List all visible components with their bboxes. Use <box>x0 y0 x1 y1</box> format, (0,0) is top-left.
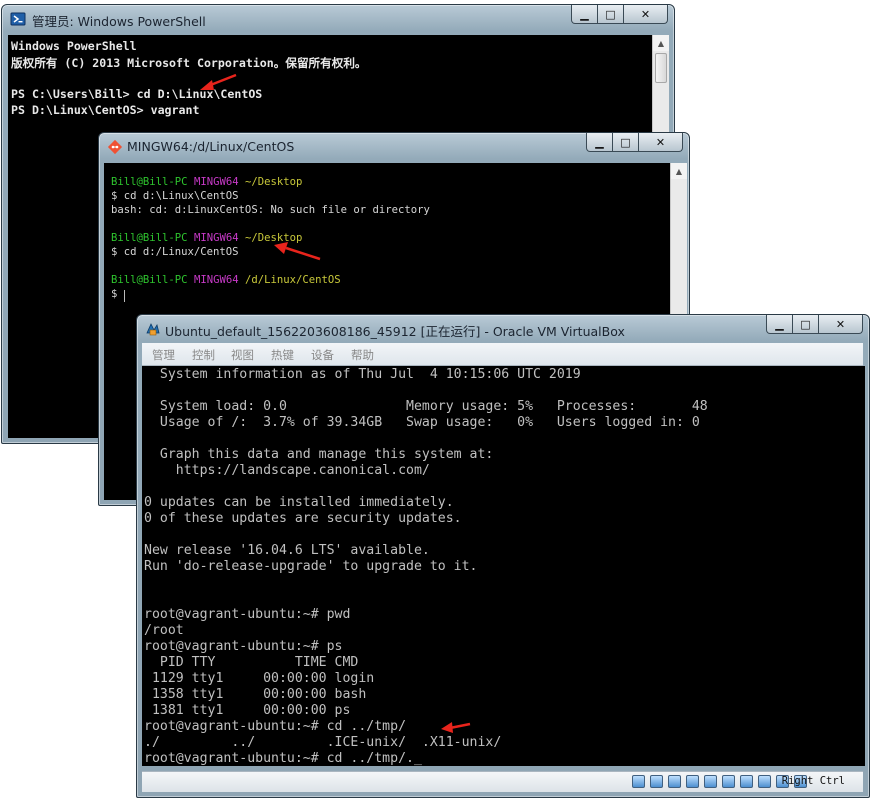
maximize-icon: □ <box>800 317 811 331</box>
menu-bar: 管理 控制 视图 热键 设备 帮助 <box>142 343 863 366</box>
annotation-arrow <box>274 242 321 261</box>
console-line: $ <box>111 288 124 300</box>
console-line: bash: cd: d:LinuxCentOS: No such file or… <box>111 204 430 216</box>
minimize-icon: ▁ <box>595 135 604 149</box>
close-icon: ✕ <box>655 135 666 149</box>
console-line: Windows PowerShell <box>11 39 137 53</box>
menu-help[interactable]: 帮助 <box>351 347 374 363</box>
console-line: $ cd d:/Linux/CentOS <box>111 246 239 258</box>
menu-devices[interactable]: 设备 <box>311 347 334 363</box>
console-line: New release '16.04.6 LTS' available. <box>144 543 430 558</box>
virtualbox-icon <box>146 323 160 336</box>
shared-folders-icon[interactable] <box>722 775 735 788</box>
console-line: 1381 tty1 00:00:00 ps <box>144 703 351 718</box>
close-button[interactable]: ✕ <box>639 133 683 152</box>
console-line: 1358 tty1 00:00:00 bash <box>144 687 367 702</box>
text-cursor <box>124 290 125 302</box>
virtualbox-window[interactable]: Ubuntu_default_1562203608186_45912 [正在运行… <box>136 314 870 798</box>
close-icon: ✕ <box>640 7 651 21</box>
prompt-line: Bill@Bill-PC MINGW64 /d/Linux/CentOS <box>111 274 341 286</box>
host-key-label: Right Ctrl <box>781 775 845 787</box>
console-line: root@vagrant-ubuntu:~# cd ../tmp/ <box>144 719 407 734</box>
menu-view[interactable]: 视图 <box>231 347 254 363</box>
mingw-titlebar[interactable]: MINGW64:/d/Linux/CentOS ▁ □ ✕ <box>99 133 689 161</box>
audio-icon[interactable] <box>668 775 681 788</box>
scroll-up-arrow[interactable]: ▲ <box>671 163 687 179</box>
usb-icon[interactable] <box>704 775 717 788</box>
console-line: ./ ../ .ICE-unix/ .X11-unix/ <box>144 735 502 750</box>
console-line: System information as of Thu Jul 4 10:15… <box>144 367 581 382</box>
console-line: root@vagrant-ubuntu:~# cd ../tmp/._ <box>144 751 422 766</box>
console-line: System load: 0.0 Memory usage: 5% Proces… <box>144 399 708 414</box>
minimize-icon: ▁ <box>580 7 589 21</box>
scroll-thumb[interactable] <box>655 53 667 83</box>
minimize-button[interactable]: ▁ <box>766 315 793 334</box>
mingw-title: MINGW64:/d/Linux/CentOS <box>127 139 295 154</box>
console-line: root@vagrant-ubuntu:~# pwd <box>144 607 351 622</box>
minimize-icon: ▁ <box>775 317 784 331</box>
console-line: root@vagrant-ubuntu:~# ps <box>144 639 343 654</box>
console-line: 版权所有 (C) 2013 Microsoft Corporation。保留所有… <box>11 56 367 70</box>
status-bar: Right Ctrl <box>142 771 863 792</box>
optical-drive-icon[interactable] <box>650 775 663 788</box>
console-line: Usage of /: 3.7% of 39.34GB Swap usage: … <box>144 415 700 430</box>
annotation-arrow <box>441 722 471 733</box>
menu-manage[interactable]: 管理 <box>152 347 175 363</box>
close-icon: ✕ <box>835 317 846 331</box>
console-line: 0 updates can be installed immediately. <box>144 495 454 510</box>
minimize-button[interactable]: ▁ <box>586 133 613 152</box>
scroll-up-arrow[interactable]: ▲ <box>653 35 669 51</box>
console-line: 1129 tty1 00:00:00 login <box>144 671 375 686</box>
menu-hotkeys[interactable]: 热键 <box>271 347 294 363</box>
minimize-button[interactable]: ▁ <box>571 5 598 24</box>
console-line: 0 of these updates are security updates. <box>144 511 462 526</box>
console-line: /root <box>144 623 184 638</box>
close-button[interactable]: ✕ <box>819 315 863 334</box>
annotation-arrow <box>200 73 237 90</box>
console-line: $ cd d:\Linux\CentOS <box>111 190 239 202</box>
virtualbox-title: Ubuntu_default_1562203608186_45912 [正在运行… <box>165 324 625 339</box>
powershell-icon <box>10 12 26 26</box>
maximize-icon: □ <box>620 135 631 149</box>
console-line: Run 'do-release-upgrade' to upgrade to i… <box>144 559 478 574</box>
powershell-title: 管理员: Windows PowerShell <box>32 14 206 29</box>
close-button[interactable]: ✕ <box>624 5 668 24</box>
recording-icon[interactable] <box>758 775 771 788</box>
console-line: Graph this data and manage this system a… <box>144 447 494 462</box>
console-line: PS D:\Linux\CentOS> vagrant <box>11 103 200 117</box>
console-line: https://landscape.canonical.com/ <box>144 463 430 478</box>
vm-screen[interactable]: System information as of Thu Jul 4 10:15… <box>142 366 865 766</box>
prompt-line: Bill@Bill-PC MINGW64 ~/Desktop <box>111 176 303 188</box>
hard-disk-icon[interactable] <box>632 775 645 788</box>
maximize-icon: □ <box>605 7 616 21</box>
maximize-button[interactable]: □ <box>793 315 819 334</box>
console-line: PID TTY TIME CMD <box>144 655 359 670</box>
display-icon[interactable] <box>740 775 753 788</box>
maximize-button[interactable]: □ <box>598 5 624 24</box>
virtualbox-titlebar[interactable]: Ubuntu_default_1562203608186_45912 [正在运行… <box>137 315 869 343</box>
network-icon[interactable] <box>686 775 699 788</box>
maximize-button[interactable]: □ <box>613 133 639 152</box>
git-bash-icon <box>107 139 123 155</box>
powershell-titlebar[interactable]: 管理员: Windows PowerShell ▁ □ ✕ <box>2 5 674 33</box>
menu-control[interactable]: 控制 <box>192 347 215 363</box>
